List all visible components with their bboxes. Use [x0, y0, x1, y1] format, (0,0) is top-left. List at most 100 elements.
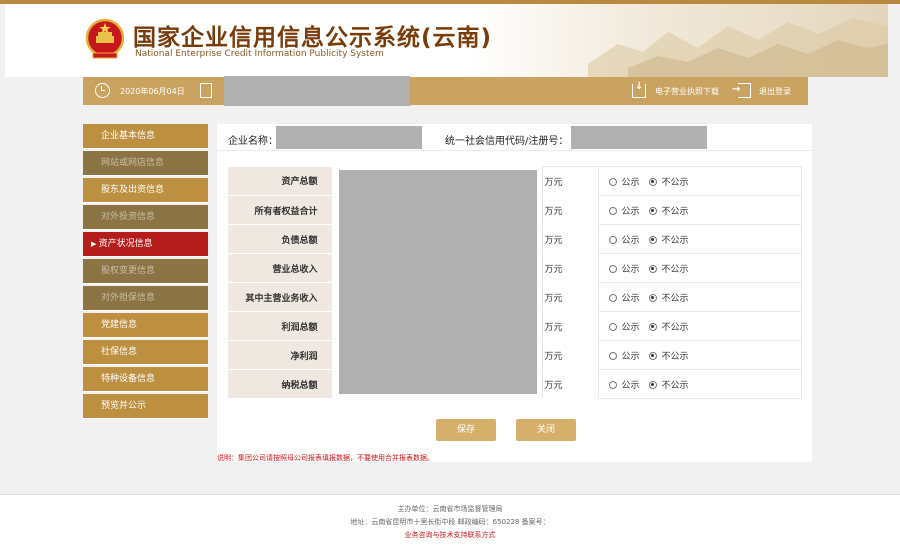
private-radio[interactable] [648, 351, 657, 360]
private-label: 不公示 [661, 235, 689, 246]
public-radio[interactable] [608, 293, 617, 302]
private-radio[interactable] [648, 380, 657, 389]
public-option[interactable]: 公示 [608, 235, 640, 246]
public-radio[interactable] [608, 351, 617, 360]
unit-label: 万元 [541, 311, 598, 341]
private-option[interactable]: 不公示 [648, 206, 689, 217]
public-label: 公示 [621, 177, 640, 188]
private-radio[interactable] [648, 264, 657, 273]
close-button[interactable]: 关闭 [516, 419, 576, 441]
public-option[interactable]: 公示 [608, 264, 640, 275]
unit-label: 万元 [541, 340, 598, 370]
company-info-row: 企业名称： 统一社会信用代码/注册号： [217, 124, 812, 151]
field-label: 其中主营业务收入 [228, 282, 333, 312]
sidebar-item-shareholders[interactable]: 股东及出资信息 [83, 178, 208, 203]
private-option[interactable]: 不公示 [648, 177, 689, 188]
redacted-company-name [276, 126, 422, 149]
footer-contact-link[interactable]: 业务咨询与技术支持联系方式 [0, 530, 900, 540]
public-label: 公示 [621, 351, 640, 362]
private-option[interactable]: 不公示 [648, 264, 689, 275]
sidebar-item-guarantee[interactable]: 对外担保信息 [83, 286, 208, 311]
public-radio[interactable] [608, 380, 617, 389]
private-option[interactable]: 不公示 [648, 235, 689, 246]
private-option[interactable]: 不公示 [648, 351, 689, 362]
redacted-credit-code [571, 126, 707, 149]
sidebar-item-special-equipment[interactable]: 特种设备信息 [83, 367, 208, 392]
field-label: 负债总额 [228, 224, 333, 254]
sidebar-item-equity-change[interactable]: 股权变更信息 [83, 259, 208, 284]
logout-link[interactable]: 退出登录 [759, 86, 791, 97]
public-option[interactable]: 公示 [608, 177, 640, 188]
public-option[interactable]: 公示 [608, 206, 640, 217]
sidebar-item-social-security[interactable]: 社保信息 [83, 340, 208, 365]
private-option[interactable]: 不公示 [648, 380, 689, 391]
private-label: 不公示 [661, 293, 689, 304]
publicity-options: 公示 不公示 [597, 282, 802, 312]
private-radio[interactable] [648, 206, 657, 215]
field-label: 纳税总额 [228, 369, 333, 399]
publicity-options: 公示 不公示 [597, 224, 802, 254]
private-option[interactable]: 不公示 [648, 322, 689, 333]
public-radio[interactable] [608, 235, 617, 244]
logout-icon[interactable] [732, 83, 751, 98]
field-label: 净利润 [228, 340, 333, 370]
public-radio[interactable] [608, 264, 617, 273]
public-radio[interactable] [608, 322, 617, 331]
unit-label: 万元 [541, 369, 598, 399]
public-label: 公示 [621, 264, 640, 275]
sidebar-nav: 企业基本信息 网站或网店信息 股东及出资信息 对外投资信息 资产状况信息 股权变… [83, 124, 208, 421]
download-icon[interactable] [632, 81, 646, 98]
public-radio[interactable] [608, 177, 617, 186]
unit-label: 万元 [541, 166, 598, 196]
publicity-options: 公示 不公示 [597, 195, 802, 225]
public-option[interactable]: 公示 [608, 380, 640, 391]
sidebar-item-preview-publish[interactable]: 预览并公示 [83, 394, 208, 419]
private-label: 不公示 [661, 264, 689, 275]
publicity-options: 公示 不公示 [597, 166, 802, 196]
sidebar-item-basic-info[interactable]: 企业基本信息 [83, 124, 208, 149]
private-option[interactable]: 不公示 [648, 293, 689, 304]
clock-icon [95, 83, 110, 98]
publicity-options: 公示 不公示 [597, 369, 802, 399]
sidebar-item-party[interactable]: 党建信息 [83, 313, 208, 338]
license-download-link[interactable]: 电子营业执照下载 [655, 86, 719, 97]
public-radio[interactable] [608, 206, 617, 215]
site-footer: 主办单位：云南省市场监督管理局 地址：云南省昆明市十里长街中段 邮政编码：650… [0, 495, 900, 552]
sidebar-item-investment[interactable]: 对外投资信息 [83, 205, 208, 230]
save-button[interactable]: 保存 [436, 419, 496, 441]
site-title: 国家企业信用信息公示系统(云南) [133, 25, 493, 51]
sidebar-item-assets[interactable]: 资产状况信息 [83, 232, 208, 257]
unit-label: 万元 [541, 253, 598, 283]
site-header: 国家企业信用信息公示系统(云南) National Enterprise Cre… [5, 4, 888, 77]
sidebar-item-website-info[interactable]: 网站或网店信息 [83, 151, 208, 176]
private-label: 不公示 [661, 322, 689, 333]
document-icon [200, 83, 212, 98]
public-label: 公示 [621, 380, 640, 391]
public-option[interactable]: 公示 [608, 351, 640, 362]
publicity-options: 公示 不公示 [597, 340, 802, 370]
site-subtitle: National Enterprise Credit Information P… [135, 49, 384, 59]
footer-address: 地址：云南省昆明市十里长街中段 邮政编码：650228 备案号： [350, 518, 550, 526]
private-radio[interactable] [648, 322, 657, 331]
public-label: 公示 [621, 235, 640, 246]
unit-label: 万元 [541, 224, 598, 254]
private-label: 不公示 [661, 177, 689, 188]
asset-form-panel: 企业名称： 统一社会信用代码/注册号： 资产总额 万元 公示 不公示 所有者权益合计 万元… [217, 124, 812, 462]
private-radio[interactable] [648, 293, 657, 302]
public-option[interactable]: 公示 [608, 322, 640, 333]
public-label: 公示 [621, 293, 640, 304]
publicity-options: 公示 不公示 [597, 311, 802, 341]
credit-code-label: 统一社会信用代码/注册号： [445, 136, 569, 147]
field-label: 营业总收入 [228, 253, 333, 283]
private-label: 不公示 [661, 380, 689, 391]
field-label: 资产总额 [228, 166, 333, 196]
private-radio[interactable] [648, 177, 657, 186]
redacted-values [339, 170, 537, 394]
private-radio[interactable] [648, 235, 657, 244]
current-date: 2020年06月04日 [120, 87, 185, 96]
field-label: 所有者权益合计 [228, 195, 333, 225]
user-toolbar: 2020年06月04日 电子营业执照下载 退出登录 [83, 76, 808, 106]
public-option[interactable]: 公示 [608, 293, 640, 304]
company-name-label: 企业名称： [228, 136, 278, 147]
great-wall-banner [468, 4, 888, 77]
